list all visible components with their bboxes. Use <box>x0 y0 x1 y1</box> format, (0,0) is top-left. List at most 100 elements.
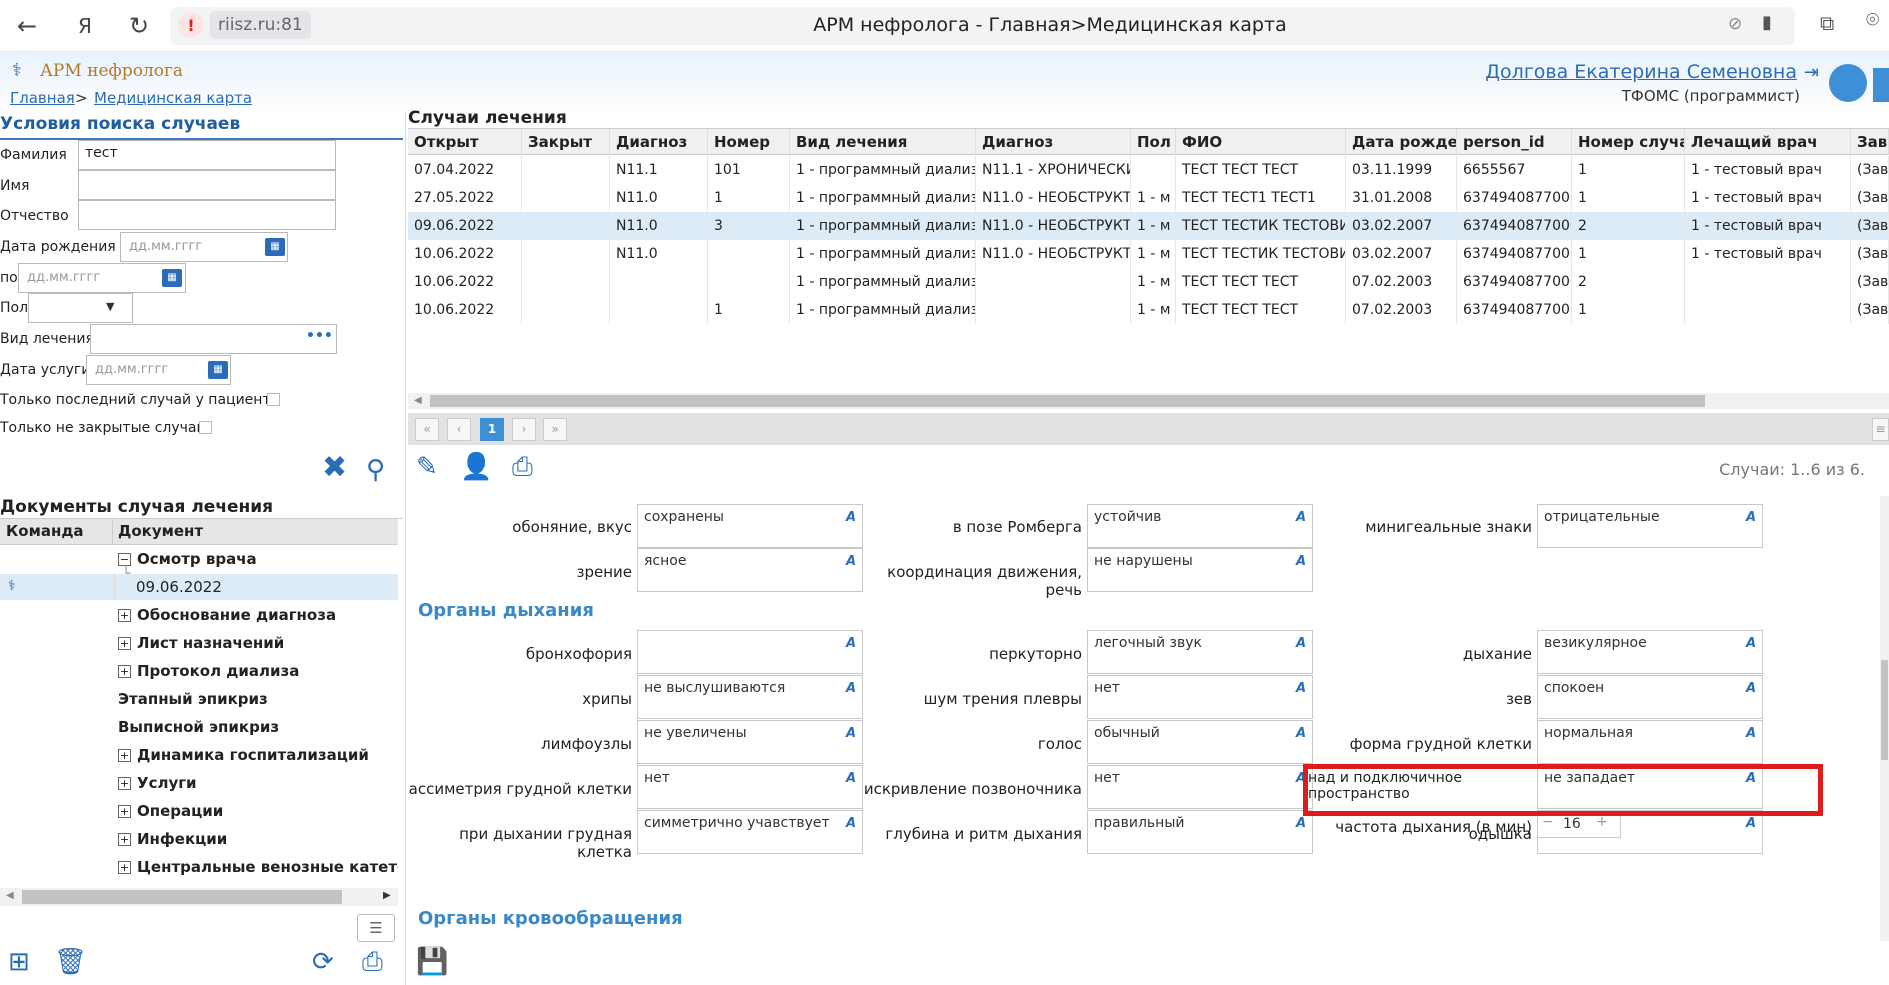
text-format-icon[interactable]: A <box>1746 726 1756 741</box>
tree-item-hospitalization[interactable]: + Динамика госпитализаций <box>118 741 369 769</box>
tree-item-stage-epicrisis[interactable]: Этапный эпикриз <box>118 685 268 713</box>
tree-scrollbar-thumb[interactable] <box>22 890 342 904</box>
extensions-icon[interactable]: ⧉ <box>1820 11 1834 35</box>
translate-icon[interactable]: ⊘ <box>1728 14 1742 34</box>
field-input[interactable]: нормальная A <box>1537 720 1763 764</box>
field-input[interactable]: везикулярное A <box>1537 630 1763 674</box>
user-avatar[interactable] <box>1829 64 1867 102</box>
delete-icon[interactable]: 🗑 <box>54 947 87 977</box>
logout-icon[interactable]: ⇥ <box>1804 62 1819 83</box>
table-row[interactable]: 10.06.2022 N11.0 1 - программный диализ N11… <box>408 240 1889 268</box>
increment-button[interactable]: + <box>1596 814 1608 830</box>
chevron-down-icon[interactable]: ▼ <box>106 300 114 313</box>
col-header[interactable]: person_id <box>1457 129 1572 155</box>
field-input[interactable]: A <box>637 630 863 674</box>
calendar-icon[interactable]: ▦ <box>208 361 228 379</box>
field-input[interactable]: спокоен A <box>1537 675 1763 719</box>
field-input[interactable]: нетA <box>1087 675 1313 719</box>
text-format-icon[interactable]: A <box>846 816 856 831</box>
scroll-left-icon[interactable]: ◀ <box>414 395 422 406</box>
text-format-icon[interactable]: A <box>1746 681 1756 696</box>
field-input[interactable]: ясное A <box>637 548 863 592</box>
tree-item-diagnosis[interactable]: + Обоснование диагноза <box>118 601 336 629</box>
breadcrumb-home[interactable]: Главная <box>10 89 75 107</box>
text-format-icon[interactable]: A <box>1296 636 1306 651</box>
col-header[interactable]: Номер случая <box>1572 129 1685 155</box>
field-input[interactable]: не увеличены A <box>637 720 863 764</box>
col-header[interactable]: ФИО <box>1176 129 1346 155</box>
warning-icon[interactable]: ! <box>178 12 204 38</box>
back-icon[interactable]: ← <box>10 10 44 42</box>
breadcrumb-card[interactable]: Медицинская карта <box>94 89 252 107</box>
dob-from-input[interactable]: дд.мм.гггг <box>120 232 288 262</box>
text-format-icon[interactable]: A <box>846 726 856 741</box>
text-format-icon[interactable]: A <box>846 554 856 569</box>
side-panel-toggle[interactable] <box>1873 68 1889 102</box>
expand-icon[interactable]: + <box>118 777 131 790</box>
tree-item-services[interactable]: + Услуги <box>118 769 197 797</box>
col-header[interactable]: Лечащий врач <box>1685 129 1851 155</box>
field-input[interactable]: отрицательные A <box>1537 504 1763 548</box>
reload-icon[interactable]: ↻ <box>122 10 156 42</box>
tree-item-exam[interactable]: − Осмотр врача <box>118 545 257 573</box>
field-input[interactable]: устойчив A <box>1087 504 1313 548</box>
text-format-icon[interactable]: A <box>846 510 856 525</box>
field-input[interactable]: обычный A <box>1087 720 1313 764</box>
decrement-button[interactable]: − <box>1542 814 1554 830</box>
expand-icon[interactable]: + <box>118 861 131 874</box>
more-icon[interactable]: ••• <box>306 328 333 344</box>
profile-icon[interactable]: ⌾ <box>1866 8 1879 33</box>
expand-icon[interactable]: + <box>118 805 131 818</box>
bookmark-icon[interactable]: ▮ <box>1762 12 1772 33</box>
url-host[interactable]: riisz.ru:81 <box>210 11 311 39</box>
col-header[interactable]: Пол <box>1131 129 1176 155</box>
calendar-icon[interactable]: ▦ <box>162 269 182 287</box>
search-icon[interactable]: ⚲ <box>366 455 385 485</box>
stethoscope-icon[interactable]: ⚕ <box>8 578 16 594</box>
treatment-input[interactable] <box>90 324 337 354</box>
text-format-icon[interactable]: A <box>846 636 856 651</box>
text-format-icon[interactable]: A <box>1296 510 1306 525</box>
user-name-link[interactable]: Долгова Екатерина Семеновна <box>1485 61 1797 83</box>
dob-to-input[interactable]: дд.мм.гггг <box>18 263 186 293</box>
calendar-icon[interactable]: ▦ <box>265 238 285 256</box>
expand-icon[interactable]: + <box>118 609 131 622</box>
next-page-button[interactable]: › <box>512 418 536 441</box>
tree-item-infections[interactable]: + Инфекции <box>118 825 227 853</box>
text-format-icon[interactable]: A <box>1296 681 1306 696</box>
scroll-left-icon[interactable]: ◀ <box>6 890 14 901</box>
field-input[interactable]: не нарушены A <box>1087 548 1313 592</box>
field-input[interactable]: симметрично учавствует A <box>637 810 863 854</box>
text-format-icon[interactable]: A <box>1296 726 1306 741</box>
grid-scrollbar-thumb[interactable] <box>430 395 1705 407</box>
last-page-button[interactable]: » <box>543 418 567 441</box>
field-input[interactable]: правильный A <box>1087 810 1313 854</box>
field-input[interactable]: сохранены A <box>637 504 863 548</box>
prev-page-button[interactable]: ‹ <box>447 418 471 441</box>
col-header[interactable]: Дата рождени <box>1346 129 1457 155</box>
text-format-icon[interactable]: A <box>1746 636 1756 651</box>
refresh-icon[interactable]: ⟳ <box>312 947 334 977</box>
col-header[interactable]: Диагноз <box>976 129 1131 155</box>
save-icon[interactable]: 💾 <box>416 947 448 977</box>
first-page-button[interactable]: « <box>415 418 439 441</box>
collapse-icon[interactable]: − <box>118 553 131 566</box>
only-open-checkbox[interactable] <box>199 421 212 434</box>
table-row[interactable]: 10.06.2022 1 1 - программный диализ 1 - м ТЕ… <box>408 296 1889 324</box>
expand-icon[interactable]: + <box>118 749 131 762</box>
form-scrollbar-thumb[interactable] <box>1881 660 1888 760</box>
resp-rate-value[interactable]: 16 <box>1563 816 1581 832</box>
yandex-icon[interactable]: Я <box>68 10 102 42</box>
text-format-icon[interactable]: A <box>846 771 856 786</box>
print-icon[interactable]: ⎙ <box>362 947 383 978</box>
tree-item-prescriptions[interactable]: + Лист назначений <box>118 629 284 657</box>
tree-item-discharge-epicrisis[interactable]: Выписной эпикриз <box>118 713 279 741</box>
text-format-icon[interactable]: A <box>1296 554 1306 569</box>
patronymic-input[interactable] <box>78 200 336 230</box>
edit-icon[interactable]: ✎ <box>416 452 438 482</box>
col-header[interactable]: Зав. <box>1851 129 1889 155</box>
current-page[interactable]: 1 <box>480 418 504 441</box>
clear-filter-icon[interactable]: ✖ <box>322 452 358 484</box>
col-header[interactable]: Номер <box>708 129 790 155</box>
field-input[interactable]: нетA <box>1087 765 1313 809</box>
